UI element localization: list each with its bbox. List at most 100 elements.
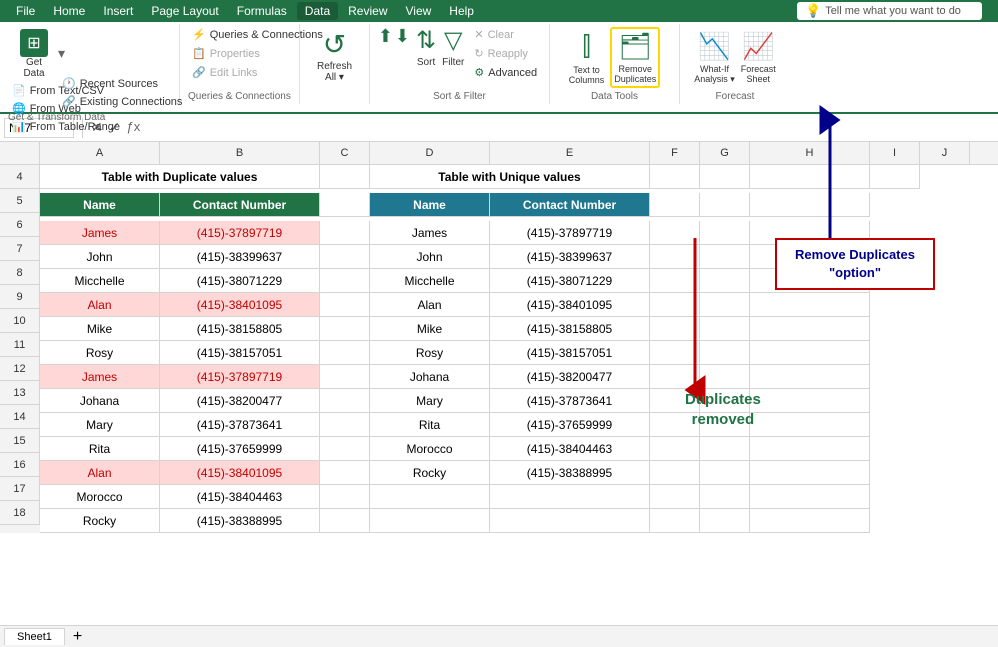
- cell-B12[interactable]: (415)-37897719: [160, 365, 320, 389]
- cell-F12[interactable]: [650, 365, 700, 389]
- cell-D16[interactable]: Rocky: [370, 461, 490, 485]
- get-data-button[interactable]: ⊞ GetData ▾: [8, 26, 69, 81]
- cell-H16[interactable]: [750, 461, 870, 485]
- cell-A4[interactable]: Table with Duplicate values: [40, 165, 320, 189]
- formula-input[interactable]: [144, 121, 994, 135]
- cell-B9[interactable]: (415)-38401095: [160, 293, 320, 317]
- cell-A6[interactable]: James: [40, 221, 160, 245]
- row-header-16[interactable]: 16: [0, 453, 40, 477]
- cell-H17[interactable]: [750, 485, 870, 509]
- col-header-A[interactable]: A: [40, 142, 160, 164]
- cell-G18[interactable]: [700, 509, 750, 533]
- cell-E8[interactable]: (415)-38071229: [490, 269, 650, 293]
- cell-F17[interactable]: [650, 485, 700, 509]
- row-header-14[interactable]: 14: [0, 405, 40, 429]
- cell-B17[interactable]: (415)-38404463: [160, 485, 320, 509]
- cell-C16[interactable]: [320, 461, 370, 485]
- cell-C5[interactable]: [320, 193, 370, 217]
- cell-F7[interactable]: [650, 245, 700, 269]
- cell-E9[interactable]: (415)-38401095: [490, 293, 650, 317]
- cell-D18[interactable]: [370, 509, 490, 533]
- cell-H5[interactable]: [750, 193, 870, 217]
- advanced-button[interactable]: ⚙Advanced: [470, 64, 541, 81]
- menu-home[interactable]: Home: [45, 2, 93, 20]
- cell-D17[interactable]: [370, 485, 490, 509]
- cell-E6[interactable]: (415)-37897719: [490, 221, 650, 245]
- cell-H18[interactable]: [750, 509, 870, 533]
- cell-C8[interactable]: [320, 269, 370, 293]
- menu-page-layout[interactable]: Page Layout: [143, 2, 226, 20]
- cell-B8[interactable]: (415)-38071229: [160, 269, 320, 293]
- cell-G11[interactable]: [700, 341, 750, 365]
- cell-E12[interactable]: (415)-38200477: [490, 365, 650, 389]
- forecast-sheet-button[interactable]: 📈 ForecastSheet: [741, 31, 776, 84]
- cell-G17[interactable]: [700, 485, 750, 509]
- col-header-J[interactable]: J: [920, 142, 970, 164]
- cell-E15[interactable]: (415)-38404463: [490, 437, 650, 461]
- menu-view[interactable]: View: [398, 2, 440, 20]
- cell-E14[interactable]: (415)-37659999: [490, 413, 650, 437]
- cell-H10[interactable]: [750, 317, 870, 341]
- col-header-D[interactable]: D: [370, 142, 490, 164]
- row-header-13[interactable]: 13: [0, 381, 40, 405]
- cell-G4[interactable]: [700, 165, 750, 189]
- cell-A13[interactable]: Johana: [40, 389, 160, 413]
- cell-B5[interactable]: Contact Number: [160, 193, 320, 217]
- col-header-F[interactable]: F: [650, 142, 700, 164]
- cell-G8[interactable]: [700, 269, 750, 293]
- cell-G15[interactable]: [700, 437, 750, 461]
- cell-D15[interactable]: Morocco: [370, 437, 490, 461]
- clear-button[interactable]: ✕Clear: [470, 26, 541, 43]
- row-header-17[interactable]: 17: [0, 477, 40, 501]
- cell-F9[interactable]: [650, 293, 700, 317]
- cell-A7[interactable]: John: [40, 245, 160, 269]
- cell-I4[interactable]: [870, 165, 920, 189]
- cell-C11[interactable]: [320, 341, 370, 365]
- cell-D12[interactable]: Johana: [370, 365, 490, 389]
- cell-A11[interactable]: Rosy: [40, 341, 160, 365]
- cell-A5[interactable]: Name: [40, 193, 160, 217]
- menu-insert[interactable]: Insert: [95, 2, 141, 20]
- reapply-button[interactable]: ↻Reapply: [470, 45, 541, 62]
- cell-G6[interactable]: [700, 221, 750, 245]
- col-header-C[interactable]: C: [320, 142, 370, 164]
- cell-D8[interactable]: Micchelle: [370, 269, 490, 293]
- row-header-12[interactable]: 12: [0, 357, 40, 381]
- add-sheet-button[interactable]: +: [67, 628, 88, 646]
- cell-H13[interactable]: [750, 389, 870, 413]
- row-header-11[interactable]: 11: [0, 333, 40, 357]
- col-header-G[interactable]: G: [700, 142, 750, 164]
- sort-az-button[interactable]: ⬆ ⬇: [378, 26, 410, 47]
- cell-G7[interactable]: [700, 245, 750, 269]
- row-header-5[interactable]: 5: [0, 189, 40, 213]
- cell-E7[interactable]: (415)-38399637: [490, 245, 650, 269]
- cell-C13[interactable]: [320, 389, 370, 413]
- cell-E13[interactable]: (415)-37873641: [490, 389, 650, 413]
- cell-B7[interactable]: (415)-38399637: [160, 245, 320, 269]
- cell-A14[interactable]: Mary: [40, 413, 160, 437]
- what-if-button[interactable]: 📉 What-IfAnalysis ▾: [694, 31, 735, 85]
- cell-B15[interactable]: (415)-37659999: [160, 437, 320, 461]
- cell-G9[interactable]: [700, 293, 750, 317]
- cell-B14[interactable]: (415)-37873641: [160, 413, 320, 437]
- sheet-tab-1[interactable]: Sheet1: [4, 628, 65, 645]
- cell-C12[interactable]: [320, 365, 370, 389]
- cell-C6[interactable]: [320, 221, 370, 245]
- cell-A12[interactable]: James: [40, 365, 160, 389]
- cell-E10[interactable]: (415)-38158805: [490, 317, 650, 341]
- cell-F11[interactable]: [650, 341, 700, 365]
- cell-E16[interactable]: (415)-38388995: [490, 461, 650, 485]
- cell-D7[interactable]: John: [370, 245, 490, 269]
- refresh-button[interactable]: ↺ Refresh All ▾: [315, 26, 354, 85]
- cell-F6[interactable]: [650, 221, 700, 245]
- cell-C18[interactable]: [320, 509, 370, 533]
- recent-sources-button[interactable]: 🕐Recent Sources: [58, 75, 186, 92]
- cell-C15[interactable]: [320, 437, 370, 461]
- cell-F15[interactable]: [650, 437, 700, 461]
- properties-button[interactable]: 📋Properties: [188, 45, 264, 62]
- menu-help[interactable]: Help: [441, 2, 482, 20]
- col-header-I[interactable]: I: [870, 142, 920, 164]
- row-header-15[interactable]: 15: [0, 429, 40, 453]
- cell-H11[interactable]: [750, 341, 870, 365]
- cell-G10[interactable]: [700, 317, 750, 341]
